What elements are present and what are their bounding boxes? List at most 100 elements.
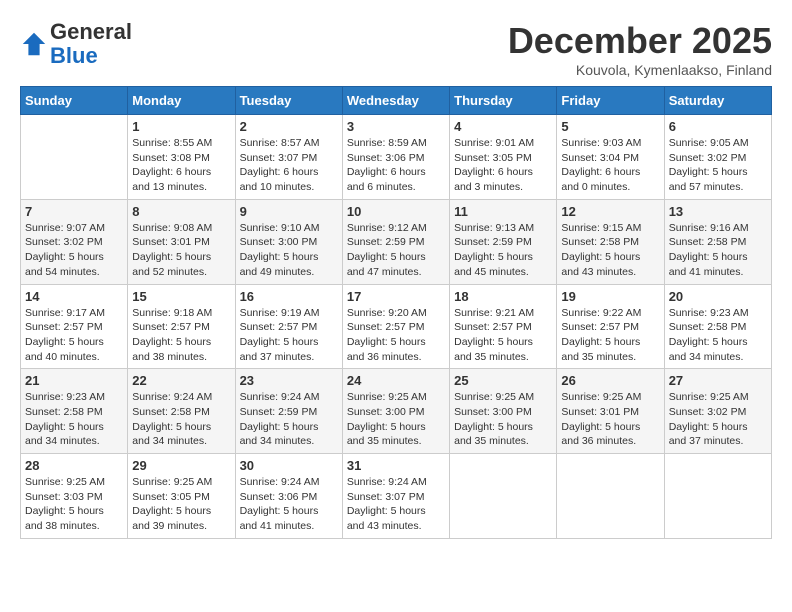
day-info: Sunrise: 9:25 AM Sunset: 3:05 PM Dayligh…	[132, 475, 230, 534]
calendar-cell: 12 Sunrise: 9:15 AM Sunset: 2:58 PM Dayli…	[557, 199, 664, 284]
calendar-week-1: 1 Sunrise: 8:55 AM Sunset: 3:08 PM Daylig…	[21, 115, 772, 200]
day-info: Sunrise: 9:17 AM Sunset: 2:57 PM Dayligh…	[25, 306, 123, 365]
day-info: Sunrise: 9:21 AM Sunset: 2:57 PM Dayligh…	[454, 306, 552, 365]
calendar-cell: 28Sunrise: 9:25 AM Sunset: 3:03 PM Dayli…	[21, 454, 128, 539]
calendar-cell: 31 Sunrise: 9:24 AM Sunset: 3:07 PM Dayli…	[342, 454, 449, 539]
calendar-cell	[557, 454, 664, 539]
calendar-cell: 20 Sunrise: 9:23 AM Sunset: 2:58 PM Dayli…	[664, 284, 771, 369]
day-info: Sunrise: 8:55 AM Sunset: 3:08 PM Dayligh…	[132, 136, 230, 195]
calendar-cell: 25Sunrise: 9:25 AM Sunset: 3:00 PM Dayli…	[450, 369, 557, 454]
calendar-cell	[450, 454, 557, 539]
day-number: 3	[347, 119, 445, 134]
day-info: Sunrise: 9:23 AM Sunset: 2:58 PM Dayligh…	[25, 390, 123, 449]
calendar-cell: 3 Sunrise: 8:59 AM Sunset: 3:06 PM Daylig…	[342, 115, 449, 200]
calendar-cell: 5Sunrise: 9:03 AM Sunset: 3:04 PM Daylig…	[557, 115, 664, 200]
day-number: 9	[240, 204, 338, 219]
day-info: Sunrise: 9:16 AM Sunset: 2:58 PM Dayligh…	[669, 221, 767, 280]
day-info: Sunrise: 9:15 AM Sunset: 2:58 PM Dayligh…	[561, 221, 659, 280]
calendar-cell: 30 Sunrise: 9:24 AM Sunset: 3:06 PM Dayli…	[235, 454, 342, 539]
day-info: Sunrise: 9:08 AM Sunset: 3:01 PM Dayligh…	[132, 221, 230, 280]
day-number: 25	[454, 373, 552, 388]
calendar-week-3: 14 Sunrise: 9:17 AM Sunset: 2:57 PM Dayli…	[21, 284, 772, 369]
logo-blue-text: Blue	[50, 44, 132, 68]
weekday-header-monday: Monday	[128, 87, 235, 115]
day-number: 21	[25, 373, 123, 388]
calendar-cell: 11 Sunrise: 9:13 AM Sunset: 2:59 PM Dayli…	[450, 199, 557, 284]
calendar-cell: 26Sunrise: 9:25 AM Sunset: 3:01 PM Dayli…	[557, 369, 664, 454]
calendar-cell: 16Sunrise: 9:19 AM Sunset: 2:57 PM Dayli…	[235, 284, 342, 369]
calendar-cell: 6Sunrise: 9:05 AM Sunset: 3:02 PM Daylig…	[664, 115, 771, 200]
calendar-cell: 13 Sunrise: 9:16 AM Sunset: 2:58 PM Dayli…	[664, 199, 771, 284]
weekday-header-row: SundayMondayTuesdayWednesdayThursdayFrid…	[21, 87, 772, 115]
day-number: 30	[240, 458, 338, 473]
day-info: Sunrise: 9:25 AM Sunset: 3:02 PM Dayligh…	[669, 390, 767, 449]
calendar-cell: 1 Sunrise: 8:55 AM Sunset: 3:08 PM Daylig…	[128, 115, 235, 200]
day-info: Sunrise: 9:23 AM Sunset: 2:58 PM Dayligh…	[669, 306, 767, 365]
calendar-cell: 8 Sunrise: 9:08 AM Sunset: 3:01 PM Daylig…	[128, 199, 235, 284]
calendar-cell: 15Sunrise: 9:18 AM Sunset: 2:57 PM Dayli…	[128, 284, 235, 369]
calendar-cell: 22 Sunrise: 9:24 AM Sunset: 2:58 PM Dayli…	[128, 369, 235, 454]
day-number: 4	[454, 119, 552, 134]
calendar-cell: 17Sunrise: 9:20 AM Sunset: 2:57 PM Dayli…	[342, 284, 449, 369]
calendar-cell: 9 Sunrise: 9:10 AM Sunset: 3:00 PM Daylig…	[235, 199, 342, 284]
day-number: 8	[132, 204, 230, 219]
weekday-header-saturday: Saturday	[664, 87, 771, 115]
day-info: Sunrise: 9:18 AM Sunset: 2:57 PM Dayligh…	[132, 306, 230, 365]
calendar-cell: 2Sunrise: 8:57 AM Sunset: 3:07 PM Daylig…	[235, 115, 342, 200]
day-info: Sunrise: 9:01 AM Sunset: 3:05 PM Dayligh…	[454, 136, 552, 195]
calendar-body: 1 Sunrise: 8:55 AM Sunset: 3:08 PM Daylig…	[21, 115, 772, 539]
day-info: Sunrise: 9:24 AM Sunset: 3:07 PM Dayligh…	[347, 475, 445, 534]
calendar-cell: 18Sunrise: 9:21 AM Sunset: 2:57 PM Dayli…	[450, 284, 557, 369]
weekday-header-tuesday: Tuesday	[235, 87, 342, 115]
calendar-cell	[664, 454, 771, 539]
day-info: Sunrise: 8:57 AM Sunset: 3:07 PM Dayligh…	[240, 136, 338, 195]
day-number: 13	[669, 204, 767, 219]
location-subtitle: Kouvola, Kymenlaakso, Finland	[508, 62, 772, 78]
day-number: 14	[25, 289, 123, 304]
month-title: December 2025	[508, 20, 772, 62]
day-info: Sunrise: 9:25 AM Sunset: 3:00 PM Dayligh…	[347, 390, 445, 449]
calendar-cell: 7Sunrise: 9:07 AM Sunset: 3:02 PM Daylig…	[21, 199, 128, 284]
day-number: 11	[454, 204, 552, 219]
calendar-cell: 27 Sunrise: 9:25 AM Sunset: 3:02 PM Dayli…	[664, 369, 771, 454]
logo-icon	[20, 30, 48, 58]
weekday-header-wednesday: Wednesday	[342, 87, 449, 115]
day-info: Sunrise: 9:24 AM Sunset: 2:58 PM Dayligh…	[132, 390, 230, 449]
day-number: 1	[132, 119, 230, 134]
day-number: 20	[669, 289, 767, 304]
day-number: 31	[347, 458, 445, 473]
weekday-header-thursday: Thursday	[450, 87, 557, 115]
calendar-cell: 29Sunrise: 9:25 AM Sunset: 3:05 PM Dayli…	[128, 454, 235, 539]
day-number: 12	[561, 204, 659, 219]
logo-general: General	[50, 20, 132, 44]
day-info: Sunrise: 9:10 AM Sunset: 3:00 PM Dayligh…	[240, 221, 338, 280]
day-info: Sunrise: 9:12 AM Sunset: 2:59 PM Dayligh…	[347, 221, 445, 280]
day-info: Sunrise: 9:03 AM Sunset: 3:04 PM Dayligh…	[561, 136, 659, 195]
day-number: 19	[561, 289, 659, 304]
day-info: Sunrise: 8:59 AM Sunset: 3:06 PM Dayligh…	[347, 136, 445, 195]
page-header: General Blue December 2025 Kouvola, Kyme…	[20, 20, 772, 78]
day-number: 24	[347, 373, 445, 388]
weekday-header-sunday: Sunday	[21, 87, 128, 115]
calendar-cell: 10Sunrise: 9:12 AM Sunset: 2:59 PM Dayli…	[342, 199, 449, 284]
day-number: 22	[132, 373, 230, 388]
day-number: 7	[25, 204, 123, 219]
calendar-week-4: 21 Sunrise: 9:23 AM Sunset: 2:58 PM Dayli…	[21, 369, 772, 454]
calendar-cell: 4 Sunrise: 9:01 AM Sunset: 3:05 PM Daylig…	[450, 115, 557, 200]
day-number: 23	[240, 373, 338, 388]
calendar-week-5: 28Sunrise: 9:25 AM Sunset: 3:03 PM Dayli…	[21, 454, 772, 539]
weekday-header-friday: Friday	[557, 87, 664, 115]
day-info: Sunrise: 9:24 AM Sunset: 2:59 PM Dayligh…	[240, 390, 338, 449]
calendar-table: SundayMondayTuesdayWednesdayThursdayFrid…	[20, 86, 772, 539]
day-number: 27	[669, 373, 767, 388]
day-info: Sunrise: 9:22 AM Sunset: 2:57 PM Dayligh…	[561, 306, 659, 365]
day-number: 6	[669, 119, 767, 134]
day-info: Sunrise: 9:20 AM Sunset: 2:57 PM Dayligh…	[347, 306, 445, 365]
calendar-cell: 24 Sunrise: 9:25 AM Sunset: 3:00 PM Dayli…	[342, 369, 449, 454]
calendar-week-2: 7Sunrise: 9:07 AM Sunset: 3:02 PM Daylig…	[21, 199, 772, 284]
calendar-cell: 19 Sunrise: 9:22 AM Sunset: 2:57 PM Dayli…	[557, 284, 664, 369]
calendar-cell	[21, 115, 128, 200]
day-info: Sunrise: 9:24 AM Sunset: 3:06 PM Dayligh…	[240, 475, 338, 534]
day-info: Sunrise: 9:13 AM Sunset: 2:59 PM Dayligh…	[454, 221, 552, 280]
day-number: 26	[561, 373, 659, 388]
